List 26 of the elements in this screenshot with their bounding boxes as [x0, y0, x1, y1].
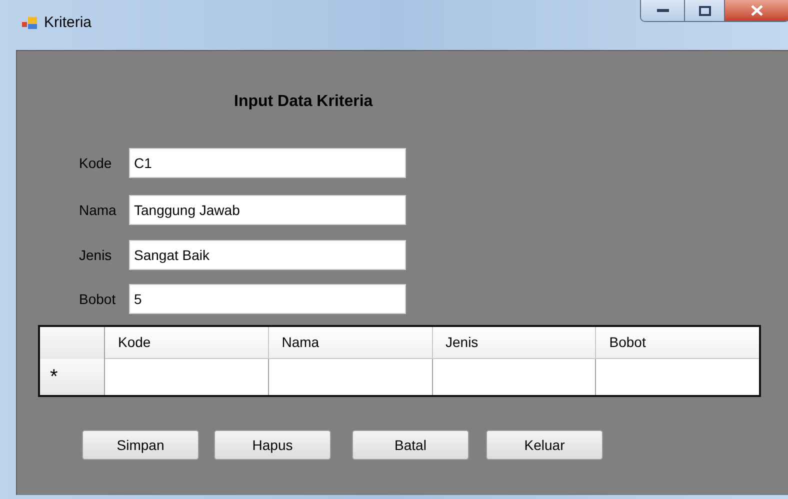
row-header-cell[interactable]: *	[40, 359, 105, 395]
input-field[interactable]: 5	[129, 284, 406, 314]
input-field[interactable]: Tanggung Jawab	[129, 195, 406, 225]
column-header[interactable]: Kode	[105, 327, 269, 359]
form-heading: Input Data Kriteria	[234, 92, 374, 112]
close-icon	[751, 5, 763, 16]
action-button[interactable]: Hapus	[214, 430, 331, 460]
field-label: Jenis	[78, 246, 113, 264]
action-button[interactable]: Batal	[352, 430, 469, 460]
minimize-button[interactable]	[641, 0, 685, 21]
corner-header-cell	[40, 327, 105, 359]
input-field[interactable]: Sangat Baik	[129, 240, 406, 270]
close-button[interactable]	[725, 0, 788, 21]
maximize-icon	[698, 6, 710, 16]
window-title: Kriteria	[44, 13, 92, 33]
input-field[interactable]: C1	[129, 148, 406, 178]
column-header[interactable]: Nama	[268, 327, 432, 359]
window-icon	[22, 16, 38, 30]
field-label: Bobot	[78, 290, 117, 308]
field-label: Kode	[78, 154, 113, 172]
action-button[interactable]: Simpan	[82, 430, 199, 460]
maximize-button[interactable]	[685, 0, 725, 21]
action-button[interactable]: Keluar	[486, 430, 603, 460]
column-header[interactable]: Jenis	[432, 327, 596, 359]
field-label: Nama	[78, 200, 118, 220]
minimize-icon	[656, 8, 668, 12]
